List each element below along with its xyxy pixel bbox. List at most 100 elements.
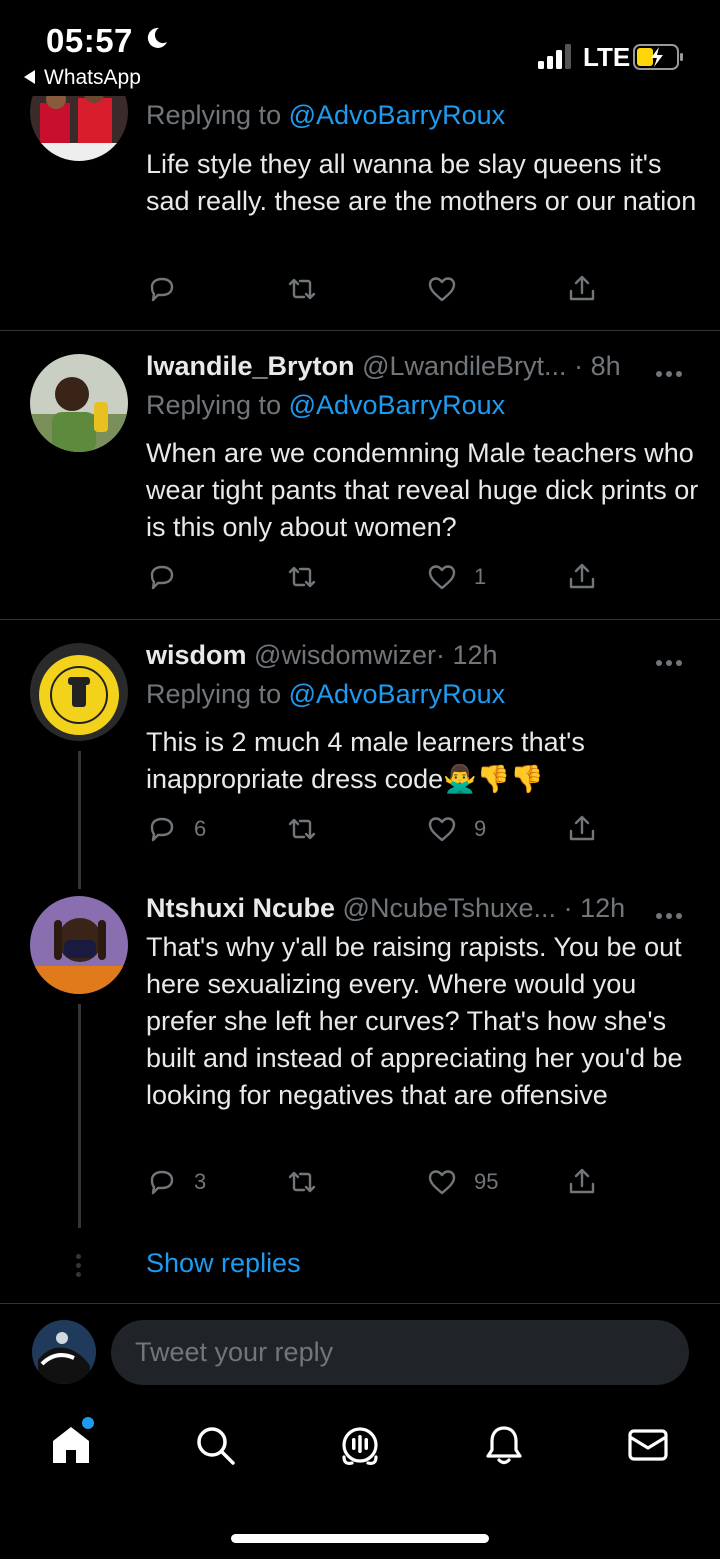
- share-icon: [569, 275, 595, 301]
- like-icon: [428, 1170, 456, 1195]
- share-icon: [569, 1168, 595, 1194]
- nav-spaces[interactable]: [338, 1423, 382, 1467]
- mention-link[interactable]: @AdvoBarryRoux: [289, 390, 506, 420]
- retweet-button[interactable]: [286, 812, 318, 846]
- retweet-button[interactable]: [286, 560, 318, 594]
- reply-button[interactable]: 3: [146, 1165, 206, 1199]
- tweet-header: Ntshuxi Ncube @NcubeTshuxe... · 12h: [146, 893, 625, 924]
- replying-to: Replying to @AdvoBarryRoux: [146, 100, 505, 131]
- tweet-text: That's why y'all be raising rapists. You…: [146, 932, 683, 1110]
- more-options-button[interactable]: [656, 653, 686, 666]
- tweet-time: · 8h: [574, 351, 621, 381]
- messages-icon: [628, 1429, 668, 1461]
- tweet-actions: 6 9: [146, 812, 606, 846]
- avatar[interactable]: [30, 643, 128, 741]
- reply-icon: [150, 277, 174, 302]
- home-icon: [53, 1427, 89, 1463]
- back-to-app-button[interactable]: WhatsApp: [24, 66, 141, 90]
- moon-icon: [147, 27, 167, 48]
- share-button[interactable]: [566, 812, 598, 846]
- mention-link[interactable]: @AdvoBarryRoux: [289, 100, 506, 130]
- back-arrow-icon: [24, 70, 35, 84]
- tweet-actions: [146, 272, 606, 306]
- like-button[interactable]: 1: [426, 560, 486, 594]
- tweet-actions: 3 95: [146, 1165, 606, 1199]
- reply-count: 3: [194, 1169, 207, 1194]
- retweet-button[interactable]: [286, 272, 318, 306]
- more-options-button[interactable]: [656, 906, 686, 919]
- retweet-icon: [288, 278, 316, 300]
- like-icon: [428, 565, 456, 590]
- reply-button[interactable]: [146, 272, 194, 306]
- like-count: 95: [474, 1169, 499, 1194]
- tweet-header: wisdom @wisdomwizer· 12h: [146, 640, 498, 671]
- reply-button[interactable]: [146, 560, 194, 594]
- tweet-actions: 1: [146, 560, 606, 594]
- replying-to: Replying to @AdvoBarryRoux: [146, 679, 505, 710]
- like-count: 1: [474, 564, 487, 589]
- retweet-icon: [288, 566, 316, 588]
- tweet-divider: [0, 330, 720, 331]
- display-name[interactable]: lwandile_Bryton: [146, 351, 355, 381]
- nav-messages[interactable]: [626, 1423, 670, 1467]
- battery-icon: [633, 44, 683, 70]
- back-app-label: WhatsApp: [44, 66, 141, 89]
- reply-button[interactable]: 6: [146, 812, 206, 846]
- my-avatar[interactable]: [32, 1320, 96, 1384]
- network-type: LTE: [583, 42, 631, 72]
- tweet-text: Life style they all wanna be slay queens…: [146, 149, 697, 216]
- reply-icon: [150, 1170, 174, 1195]
- spaces-icon: [342, 1427, 378, 1465]
- retweet-button[interactable]: [286, 1165, 318, 1199]
- thread-line: [78, 751, 81, 889]
- tweet-divider: [0, 619, 720, 620]
- tweet-time: · 12h: [563, 893, 626, 923]
- like-button[interactable]: 95: [426, 1165, 498, 1199]
- tweet-text: This is 2 much 4 male learners that's in…: [146, 727, 585, 794]
- retweet-icon: [288, 818, 316, 840]
- nav-search[interactable]: [193, 1423, 237, 1467]
- display-name[interactable]: wisdom: [146, 640, 247, 670]
- reply-icon: [150, 565, 174, 590]
- user-handle[interactable]: @wisdomwizer: [254, 640, 436, 670]
- tweet-text: When are we condemning Male teachers who…: [146, 438, 699, 542]
- bottom-nav: [0, 1405, 720, 1495]
- show-replies-link[interactable]: Show replies: [146, 1248, 301, 1279]
- reply-count: 6: [194, 816, 207, 841]
- like-icon: [428, 277, 456, 302]
- mention-link[interactable]: @AdvoBarryRoux: [289, 679, 506, 709]
- reply-icon: [150, 817, 174, 842]
- replying-to-label: Replying to: [146, 679, 282, 709]
- search-icon: [197, 1427, 235, 1465]
- status-time: 05:57: [46, 22, 133, 59]
- signal-icon: [538, 44, 571, 69]
- replying-to: Replying to @AdvoBarryRoux: [146, 390, 505, 421]
- share-button[interactable]: [566, 560, 598, 594]
- new-content-dot: [82, 1417, 94, 1429]
- share-icon: [569, 815, 595, 841]
- nav-home[interactable]: [49, 1423, 93, 1467]
- thread-continuation-dots: [76, 1254, 82, 1281]
- composer-divider: [0, 1303, 720, 1304]
- share-button[interactable]: [566, 1165, 598, 1199]
- user-handle[interactable]: @LwandileBryt...: [362, 351, 567, 381]
- avatar[interactable]: [30, 896, 128, 994]
- nav-notifications[interactable]: [482, 1423, 526, 1467]
- like-count: 9: [474, 816, 487, 841]
- replying-to-label: Replying to: [146, 390, 282, 420]
- tweet-header: lwandile_Bryton @LwandileBryt... · 8h: [146, 351, 621, 382]
- status-bar: 05:57 WhatsApp LTE: [0, 0, 720, 96]
- replying-to-label: Replying to: [146, 100, 282, 130]
- like-button[interactable]: 9: [426, 812, 486, 846]
- reply-input[interactable]: [111, 1320, 689, 1385]
- thread-line: [78, 1004, 81, 1228]
- share-icon: [569, 563, 595, 589]
- avatar[interactable]: [30, 354, 128, 452]
- share-button[interactable]: [566, 272, 598, 306]
- user-handle[interactable]: @NcubeTshuxe...: [343, 893, 557, 923]
- retweet-icon: [288, 1171, 316, 1193]
- display-name[interactable]: Ntshuxi Ncube: [146, 893, 335, 923]
- more-options-button[interactable]: [656, 364, 686, 377]
- tweet-time: · 12h: [435, 640, 498, 670]
- like-button[interactable]: [426, 272, 474, 306]
